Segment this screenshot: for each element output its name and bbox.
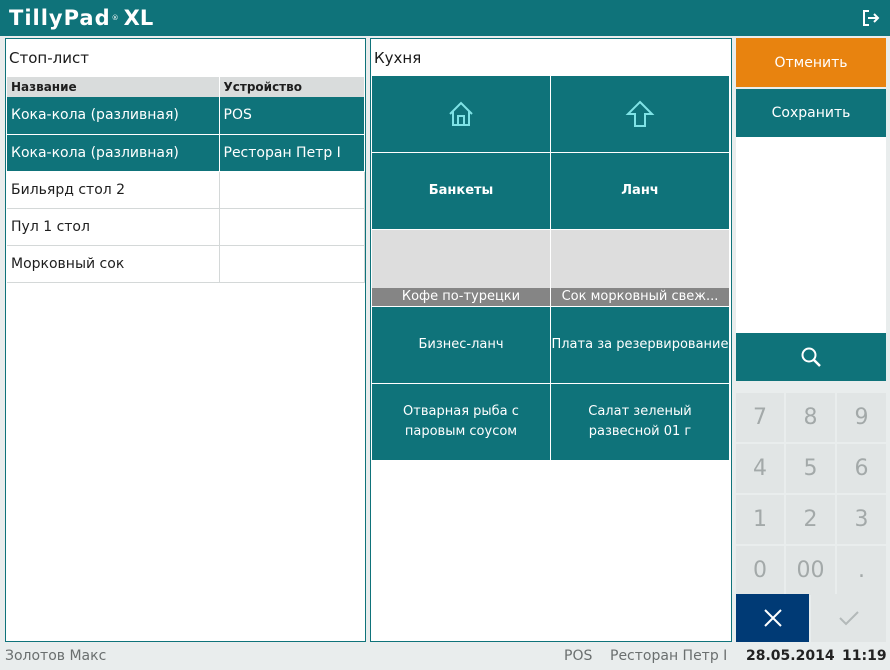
table-row[interactable]: Кока-кола (разливная) POS [7, 97, 365, 135]
row-name-cell: Бильярд стол 2 [7, 171, 220, 209]
stop-list-title: Стоп-лист [9, 49, 89, 67]
keypad-key-1[interactable]: 1 [736, 495, 784, 544]
row-device-cell [219, 245, 365, 283]
column-header-device: Устройство [219, 77, 365, 97]
save-button[interactable]: Сохранить [736, 89, 886, 137]
table-row[interactable]: Пул 1 стол [7, 208, 365, 246]
top-bar: TillyPad® XL [0, 0, 890, 36]
category-tile-banquets[interactable]: Банкеты [372, 153, 550, 229]
row-device-cell [219, 208, 365, 246]
item-tile-reservation-fee[interactable]: Плата за резервирование [551, 307, 729, 383]
status-bar: Золотов Макс POS Ресторан Петр I 28.05.2… [0, 645, 890, 670]
app-logo: TillyPad® XL [9, 5, 153, 31]
keypad-key-0[interactable]: 0 [736, 546, 784, 595]
check-icon [838, 611, 859, 626]
search-button[interactable] [736, 333, 886, 381]
keypad-key-3[interactable]: 3 [837, 495, 886, 544]
status-date: 28.05.2014 [746, 648, 835, 664]
home-tile[interactable] [372, 76, 550, 152]
menu-tiles-grid: Банкеты Ланч Кофе по-турецки Сок морковн… [372, 76, 730, 460]
item-tile-business-lunch[interactable]: Бизнес-ланч [372, 307, 550, 383]
up-arrow-icon [625, 100, 655, 127]
stop-list-table: Название Устройство Кока-кола (разливная… [7, 77, 365, 283]
item-tile-caption: Сок морковный свеж... [551, 288, 729, 306]
row-name-cell: Кока-кола (разливная) [7, 134, 220, 172]
keypad-key-dot[interactable]: . [837, 546, 886, 595]
item-tile-green-salad[interactable]: Салат зеленый развесной 01 г [551, 384, 729, 460]
status-time: 11:19 [842, 648, 887, 664]
numeric-keypad: 7 8 9 4 5 6 1 2 3 0 00 . [736, 393, 886, 595]
stop-list-panel: Стоп-лист Название Устройство Кока-кола … [5, 38, 366, 642]
row-name-cell: Пул 1 стол [7, 208, 220, 246]
kitchen-panel: Кухня Банкеты Ланч Кофе по-турецки Сок м… [370, 38, 732, 642]
category-tile-lunch[interactable]: Ланч [551, 153, 729, 229]
row-name-cell: Морковный сок [7, 245, 220, 283]
table-row[interactable]: Морковный сок [7, 245, 365, 283]
right-info-pane [736, 137, 886, 333]
logout-icon[interactable] [862, 9, 880, 27]
item-tile-boiled-fish[interactable]: Отварная рыба с паровым соусом [372, 384, 550, 460]
item-tile-caption: Кофе по-турецки [372, 288, 550, 306]
home-icon [449, 101, 473, 126]
keypad-key-00[interactable]: 00 [786, 546, 835, 595]
close-icon [763, 609, 782, 627]
item-tile-turkish-coffee[interactable]: Кофе по-турецки [372, 230, 550, 306]
status-user: Золотов Макс [5, 648, 107, 664]
keypad-key-4[interactable]: 4 [736, 444, 784, 493]
up-tile[interactable] [551, 76, 729, 152]
table-row[interactable]: Бильярд стол 2 [7, 171, 365, 209]
logo-suffix: XL [123, 6, 154, 30]
row-device-cell: Ресторан Петр I [219, 134, 365, 172]
status-restaurant: Ресторан Петр I [610, 648, 728, 664]
cancel-button[interactable]: Отменить [736, 38, 886, 87]
table-header: Название Устройство [7, 77, 365, 97]
column-header-name: Название [7, 77, 220, 97]
search-icon [801, 347, 821, 367]
keypad-key-8[interactable]: 8 [786, 393, 835, 442]
logo-text: TillyPad [9, 6, 111, 30]
row-device-cell: POS [219, 97, 365, 135]
clear-button[interactable] [736, 594, 809, 642]
keypad-key-5[interactable]: 5 [786, 444, 835, 493]
table-row[interactable]: Кока-кола (разливная) Ресторан Петр I [7, 134, 365, 172]
row-name-cell: Кока-кола (разливная) [7, 97, 220, 135]
keypad-key-9[interactable]: 9 [837, 393, 886, 442]
status-device: POS [564, 648, 593, 664]
row-device-cell [219, 171, 365, 209]
keypad-key-2[interactable]: 2 [786, 495, 835, 544]
item-tile-carrot-juice[interactable]: Сок морковный свеж... [551, 230, 729, 306]
logo-registered-mark: ® [111, 14, 120, 22]
confirm-button[interactable] [811, 594, 886, 642]
keypad-key-7[interactable]: 7 [736, 393, 784, 442]
keypad-key-6[interactable]: 6 [837, 444, 886, 493]
kitchen-title: Кухня [374, 49, 422, 67]
